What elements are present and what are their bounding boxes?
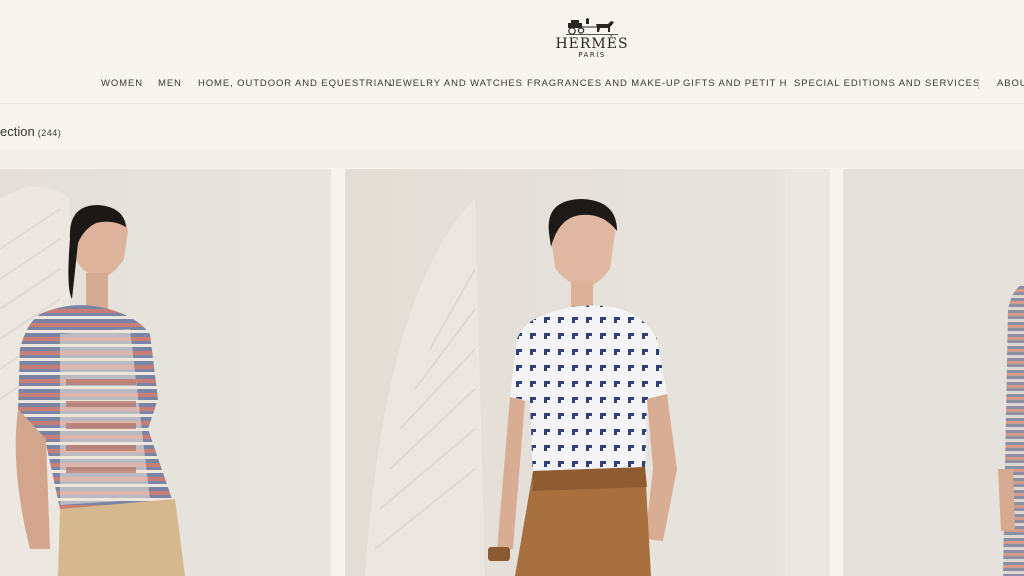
nav-item-women[interactable]: WOMEN <box>101 78 143 89</box>
product-image <box>345 169 830 576</box>
grid-top-band <box>0 150 1024 168</box>
header-divider <box>0 103 1024 104</box>
collection-count: (244) <box>37 128 62 138</box>
brand-subtitle: PARIS <box>578 51 606 59</box>
nav-item-men[interactable]: MEN <box>158 78 182 89</box>
site-header: HERMÈS PARIS WOMEN MEN HOME, OUTDOOR AND… <box>0 0 1024 104</box>
nav-item-fragrances-makeup[interactable]: FRAGRANCES AND MAKE-UP <box>527 78 681 89</box>
nav-item-home-outdoor-equestrian[interactable]: HOME, OUTDOOR AND EQUESTRIAN <box>198 78 392 89</box>
product-image <box>0 169 331 576</box>
nav-item-about[interactable]: ABOU <box>997 78 1024 89</box>
brand-logo[interactable]: HERMÈS PARIS <box>548 18 636 62</box>
nav-item-gifts-petit-h[interactable]: GIFTS AND PETIT H <box>683 78 787 89</box>
collection-heading: ection (244) <box>0 124 61 139</box>
brand-name: HERMÈS <box>555 36 629 52</box>
nav-divider <box>978 78 979 89</box>
collection-title: ection <box>0 124 35 139</box>
product-image <box>843 169 1024 576</box>
product-card[interactable] <box>843 169 1024 576</box>
product-card[interactable] <box>345 169 830 576</box>
nav-item-special-editions-services[interactable]: SPECIAL EDITIONS AND SERVICES <box>794 78 980 89</box>
carriage-logo-icon <box>566 18 618 35</box>
nav-item-jewelry-watches[interactable]: JEWELRY AND WATCHES <box>390 78 523 89</box>
product-card[interactable] <box>0 169 331 576</box>
